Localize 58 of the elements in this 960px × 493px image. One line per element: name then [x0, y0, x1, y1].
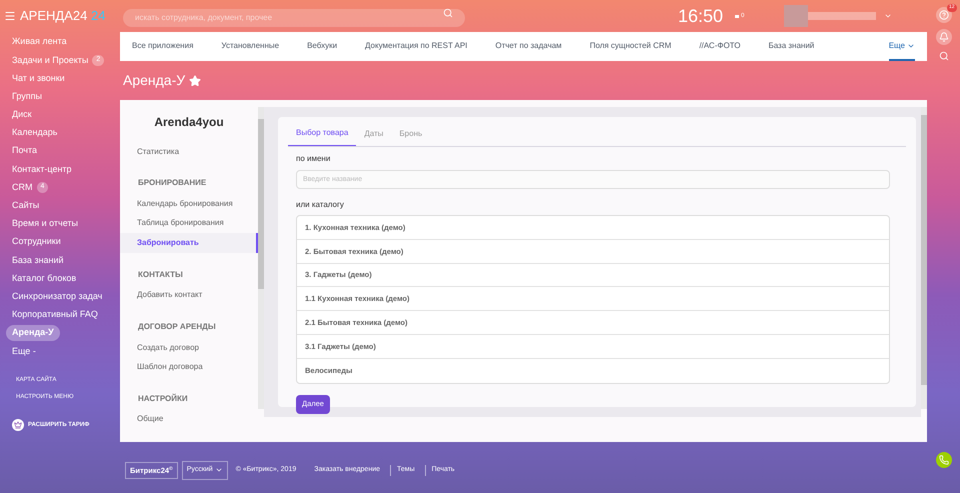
menu-icon[interactable]: [4, 10, 16, 22]
top-tab[interactable]: Все приложения: [132, 32, 194, 61]
crown-icon: [12, 419, 24, 432]
menu-heading: БРОНИРОВАНИЕ: [137, 177, 208, 190]
top-tab[interactable]: Установленные: [221, 32, 280, 61]
sidebar-item[interactable]: Каталог блоков: [12, 272, 76, 286]
menu-item[interactable]: Шаблон договора: [120, 357, 258, 377]
scrollbar[interactable]: [921, 107, 927, 409]
menu-item[interactable]: Общие: [120, 410, 258, 430]
star-icon[interactable]: [189, 74, 202, 86]
top-tab[interactable]: Еще: [888, 32, 915, 61]
user-name-placeholder: [808, 12, 876, 20]
menu-heading: ДОГОВОР АРЕНДЫ: [137, 320, 217, 333]
menu-heading: НАСТРОЙКИ: [137, 392, 189, 405]
sidebar-item[interactable]: CRM: [12, 180, 32, 194]
menu-item[interactable]: Таблица бронирования: [120, 214, 258, 234]
top-tab[interactable]: Вебхуки: [307, 32, 338, 61]
help-icon[interactable]: [936, 7, 952, 23]
menu-item[interactable]: Забронировать: [120, 233, 258, 253]
menu-item[interactable]: Календарь бронирования: [120, 194, 258, 214]
sidebar-item[interactable]: Еще -: [12, 344, 36, 358]
phone-icon[interactable]: [936, 452, 952, 468]
sidebar-item[interactable]: Группы: [12, 90, 42, 104]
caret-icon[interactable]: [884, 12, 892, 20]
top-tab[interactable]: //АС-ФОТО: [699, 32, 740, 61]
sidebar-item[interactable]: Время и отчеты: [12, 217, 78, 231]
sidebar-item[interactable]: Диск: [12, 108, 32, 122]
top-tab[interactable]: База знаний: [768, 32, 814, 61]
sidebar-item[interactable]: Аренда-У: [6, 325, 60, 341]
app-title: Arenda4you: [153, 114, 225, 131]
search-icon[interactable]: [443, 8, 453, 18]
sidebar-item[interactable]: Календарь: [12, 126, 58, 140]
sidebar-item[interactable]: Чат и звонки: [12, 72, 65, 86]
menu-item[interactable]: Добавить контакт: [120, 286, 258, 305]
menu-item[interactable]: Создать договор: [120, 338, 258, 358]
search-icon[interactable]: [938, 51, 948, 61]
sidebar-item[interactable]: Корпоративный FAQ: [12, 308, 98, 322]
top-tab[interactable]: Отчет по задачам: [495, 32, 562, 61]
sidebar-item[interactable]: Синхронизатор задач: [12, 290, 102, 304]
sidebar-item[interactable]: Сотрудники: [12, 235, 61, 249]
page-title: Аренда-У: [123, 71, 186, 90]
clock: 16:50: [678, 4, 724, 28]
menu-item[interactable]: Статистика: [120, 142, 258, 162]
sidebar-item[interactable]: База знаний: [12, 254, 64, 268]
form-tab[interactable]: Бронь: [391, 127, 430, 146]
sidebar-item[interactable]: Почта: [12, 144, 37, 158]
field-label: по имени: [296, 153, 332, 165]
menu-heading: КОНТАКТЫ: [137, 268, 184, 281]
scrollbar[interactable]: [258, 107, 264, 409]
sidebar-item[interactable]: Задачи и Проекты: [12, 54, 88, 68]
top-tab[interactable]: Поля сущностей CRM: [590, 32, 672, 61]
form-tab[interactable]: Выбор товара: [288, 127, 356, 146]
form-tab[interactable]: Даты: [356, 127, 392, 146]
sidebar-item[interactable]: Сайты: [12, 199, 40, 213]
sidebar-item[interactable]: Контакт-центр: [12, 162, 72, 176]
field-label: или каталогу: [296, 199, 345, 211]
bell-icon[interactable]: [936, 29, 952, 45]
top-tab[interactable]: Документация по REST API: [365, 32, 468, 61]
